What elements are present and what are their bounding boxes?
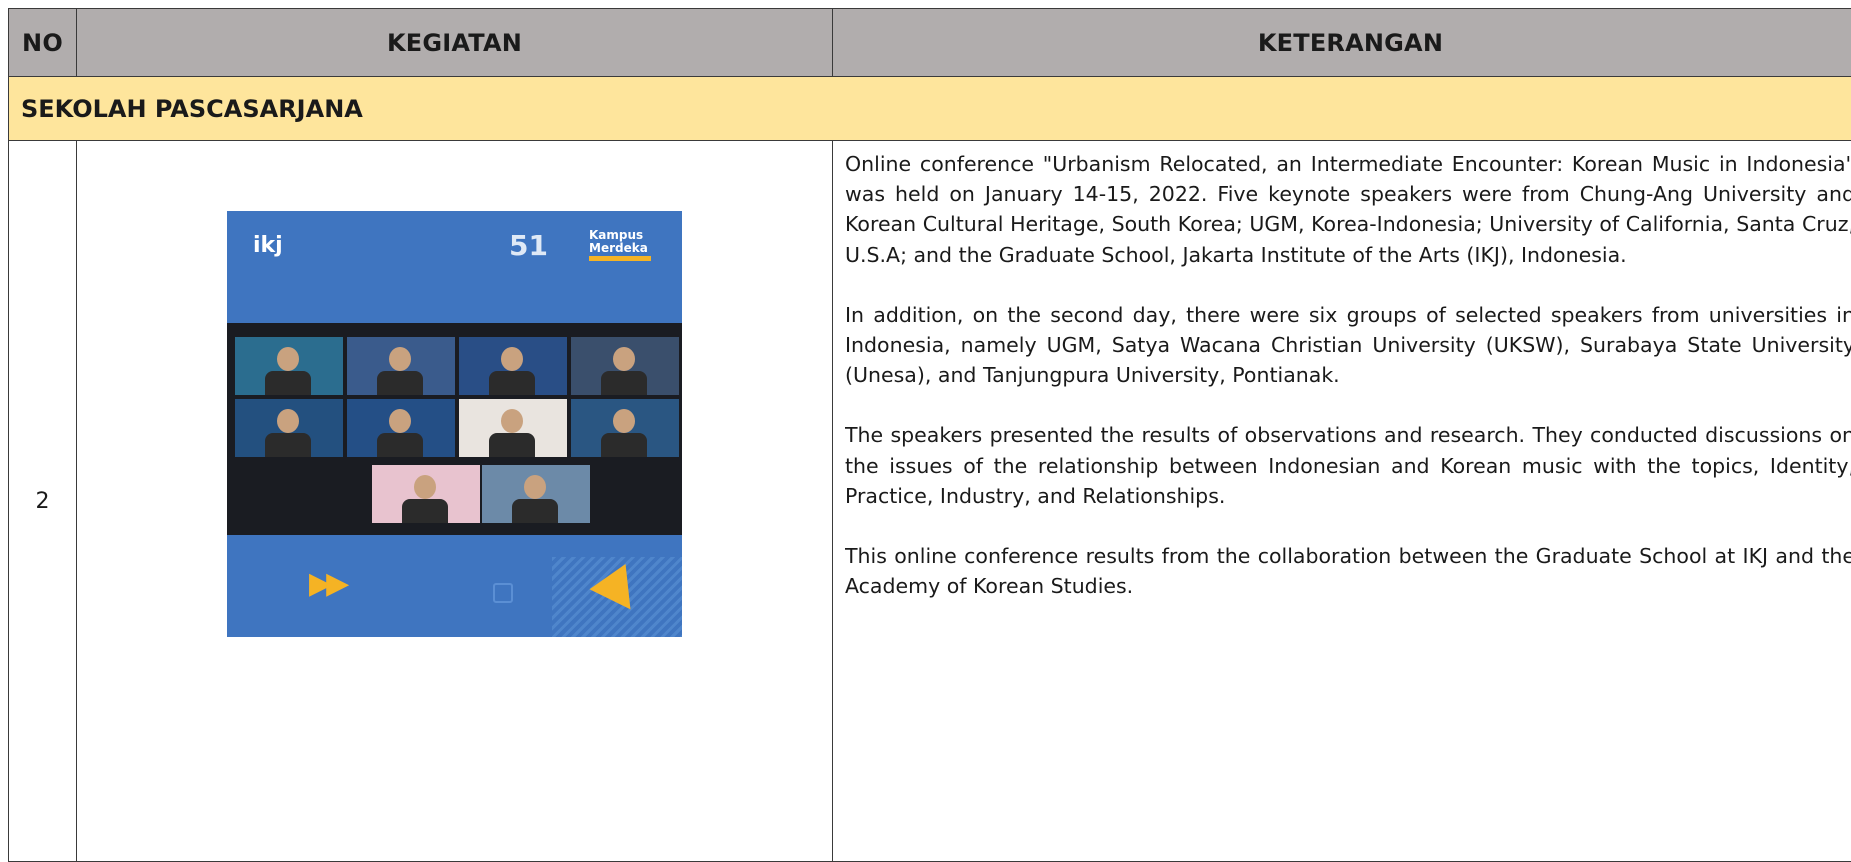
section-row: SEKOLAH PASCASARJANA [9, 77, 1851, 141]
description-paragraph: This online conference results from the … [845, 541, 1851, 601]
activity-table: NO KEGIATAN KETERANGAN SEKOLAH PASCASARJ… [8, 8, 1851, 862]
row-number: 2 [9, 141, 77, 862]
table-row: 2 ikj 51 Kampus Merdeka ▶▶ [9, 141, 1851, 862]
video-participant-tile [347, 337, 455, 395]
fast-forward-icon: ▶▶ [309, 566, 343, 601]
activity-description-cell: Online conference "Urbanism Relocated, a… [833, 141, 1851, 862]
description-paragraph: The speakers presented the results of ob… [845, 420, 1851, 511]
header-keterangan: KETERANGAN [833, 9, 1851, 77]
conference-screenshot-image: ikj 51 Kampus Merdeka ▶▶ [227, 211, 682, 637]
video-participant-tile [347, 399, 455, 457]
section-title: SEKOLAH PASCASARJANA [9, 77, 1851, 141]
activity-image-cell: ikj 51 Kampus Merdeka ▶▶ [77, 141, 833, 862]
header-kegiatan: KEGIATAN [77, 9, 833, 77]
anniversary-51-logo: 51 [509, 229, 548, 262]
kampus-merdeka-logo: Kampus Merdeka [589, 229, 659, 263]
video-participant-tile [482, 465, 590, 523]
ikj-logo: ikj [253, 233, 283, 258]
video-participant-tile [235, 337, 343, 395]
grid-icon [493, 583, 513, 603]
video-participant-tile [372, 465, 480, 523]
video-participant-tile [459, 399, 567, 457]
header-no: NO [9, 9, 77, 77]
description-paragraph: Online conference "Urbanism Relocated, a… [845, 149, 1851, 270]
video-participant-tile [459, 337, 567, 395]
description-paragraph: In addition, on the second day, there we… [845, 300, 1851, 391]
video-participant-tile [571, 337, 679, 395]
document-page: NO KEGIATAN KETERANGAN SEKOLAH PASCASARJ… [0, 0, 1851, 837]
table-header-row: NO KEGIATAN KETERANGAN [9, 9, 1851, 77]
video-participant-tile [235, 399, 343, 457]
description-text: Online conference "Urbanism Relocated, a… [845, 141, 1851, 861]
video-participant-tile [571, 399, 679, 457]
